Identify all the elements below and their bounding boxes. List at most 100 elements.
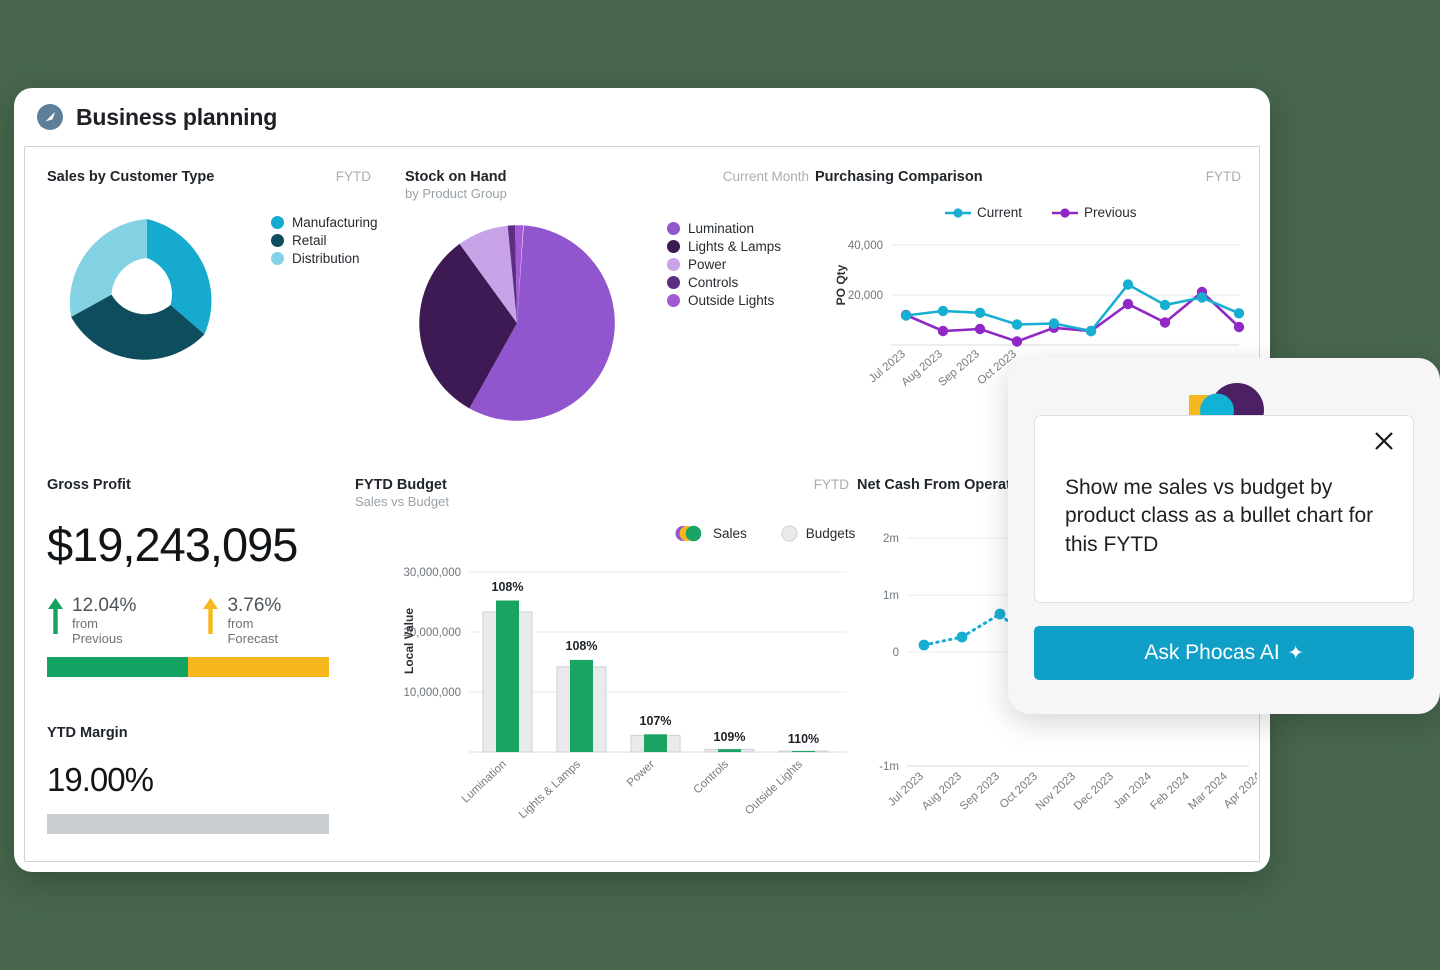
- legend-label: Budgets: [805, 526, 856, 541]
- delta-caption-line1: from: [227, 615, 254, 631]
- sparkle-icon: ✦: [1287, 642, 1304, 664]
- legend-item[interactable]: Controls: [667, 275, 781, 290]
- bar-sales[interactable]: [792, 751, 815, 752]
- legend-stock-on-hand: Lumination Lights & Lamps Power Controls: [667, 221, 781, 308]
- panel-title: Sales by Customer Type: [47, 169, 215, 185]
- panel-title: Stock on Hand: [405, 169, 507, 185]
- ytd-margin-progress-bar: [47, 814, 329, 834]
- delta-caption-line2: Previous: [72, 631, 123, 647]
- bar-group-power[interactable]: 107%: [630, 714, 681, 753]
- panel-title: FYTD Budget: [355, 477, 447, 493]
- panel-title: YTD Margin: [47, 725, 128, 741]
- panel-subtitle: by Product Group: [405, 186, 507, 201]
- legend-dot-manufacturing: [271, 216, 284, 229]
- legend-label: Current: [977, 205, 1023, 220]
- bar-sales[interactable]: [570, 659, 593, 752]
- delta-from-previous: 12.04% from Previous: [47, 596, 136, 647]
- page-title: Business planning: [76, 103, 278, 130]
- gauge-icon: [37, 104, 63, 130]
- delta-percent: 3.76%: [227, 595, 282, 616]
- x-tick-label: Controls: [692, 758, 732, 796]
- gross-profit-progress-bar: [47, 656, 329, 677]
- legend-item[interactable]: Previous: [1052, 205, 1137, 220]
- y-tick-10000000: 10,000,000: [403, 687, 461, 699]
- x-tick-label: Outside Lights: [743, 758, 805, 817]
- legend-marker-previous: [1052, 207, 1079, 218]
- delta-group: 12.04% from Previous 3.76% from Forecast: [47, 596, 347, 647]
- panel-period: FYTD: [1205, 169, 1241, 184]
- y-tick-2m: 2m: [883, 533, 899, 545]
- legend-label: Outside Lights: [688, 293, 775, 308]
- y-axis-label: PO Qty: [834, 264, 848, 305]
- y-tick-30000000: 30,000,000: [403, 567, 461, 579]
- legend-item[interactable]: Budgets: [781, 525, 856, 542]
- legend-label: Lumination: [688, 221, 755, 236]
- donut-chart-sales-by-customer-type[interactable]: [47, 203, 275, 413]
- panel-stock-on-hand[interactable]: Stock on Hand by Product Group Current M…: [405, 169, 815, 421]
- ai-query-card[interactable]: Show me sales vs budget by product class…: [1034, 415, 1414, 603]
- legend-label: Lights & Lamps: [688, 239, 782, 254]
- legend-purchasing-comparison: Current Previous: [945, 205, 1137, 220]
- ask-phocas-ai-button[interactable]: Ask Phocas AI ✦: [1034, 626, 1414, 680]
- x-tick-label: Dec 2023: [1072, 770, 1116, 812]
- bar-group-outside-lights[interactable]: 110%: [778, 732, 829, 753]
- legend-marker-current: [945, 207, 971, 218]
- legend-item[interactable]: Manufacturing: [271, 215, 378, 230]
- x-tick-label: Aug 2023: [920, 770, 964, 812]
- pie-chart-stock-on-hand[interactable]: [413, 213, 643, 433]
- legend-label: Power: [688, 257, 727, 272]
- legend-dot-controls: [667, 276, 680, 289]
- arrow-up-icon: [203, 598, 219, 634]
- legend-item[interactable]: Retail: [271, 233, 378, 248]
- legend-dot-distribution: [271, 252, 284, 265]
- bar-value-label: 110%: [788, 732, 819, 746]
- ask-phocas-ai-label: Ask Phocas AI: [1144, 641, 1280, 664]
- bar-group-controls[interactable]: 109%: [704, 730, 755, 753]
- legend-item[interactable]: Current: [945, 205, 1022, 220]
- budgets-circle-icon: [781, 525, 798, 542]
- arrow-up-icon: [48, 598, 63, 634]
- x-tick-label: Lumination: [460, 758, 509, 805]
- screenshot-stage: Business planning Sales by Customer Type…: [0, 0, 1440, 970]
- x-tick-label: Nov 2023: [1034, 770, 1078, 812]
- multi-color-dots-icon: [675, 525, 702, 542]
- bar-sales[interactable]: [718, 749, 741, 752]
- bar-group-lights-lamps[interactable]: 108%: [556, 639, 607, 753]
- x-tick-label: Sep 2023: [936, 348, 981, 389]
- gross-profit-value: $19,243,095: [47, 518, 298, 571]
- legend-label: Sales: [713, 526, 747, 541]
- legend-dot-retail: [271, 234, 284, 247]
- x-tick-label: Lights & Lamps: [517, 758, 583, 821]
- legend-item[interactable]: Lumination: [667, 221, 781, 236]
- panel-period: FYTD: [813, 477, 849, 492]
- x-tick-label: Feb 2024: [1148, 770, 1192, 812]
- legend-item[interactable]: Outside Lights: [667, 293, 781, 308]
- legend-item[interactable]: Distribution: [271, 251, 378, 266]
- bar-group-lumination[interactable]: 108%: [482, 580, 533, 753]
- panel-title: Gross Profit: [47, 477, 131, 493]
- legend-sales-by-customer-type: Manufacturing Retail Distribution: [271, 215, 378, 266]
- bar-sales[interactable]: [644, 734, 667, 752]
- close-icon[interactable]: [1369, 426, 1399, 456]
- legend-item[interactable]: Sales: [675, 525, 747, 542]
- panel-gross-profit[interactable]: Gross Profit $19,243,095 12.04% from Pre…: [47, 477, 347, 677]
- y-tick-20000: 20,000: [848, 290, 883, 302]
- y-tick-40000: 40,000: [848, 240, 883, 252]
- legend-item[interactable]: Power: [667, 257, 781, 272]
- panel-sales-by-customer-type[interactable]: Sales by Customer Type FYTD Manufacturin…: [47, 169, 378, 360]
- legend-item[interactable]: Lights & Lamps: [667, 239, 781, 254]
- y-axis-label: Local Value: [402, 608, 416, 674]
- bar-value-label: 108%: [492, 580, 524, 594]
- legend-dot-lumination: [667, 222, 680, 235]
- y-tick--1m: -1m: [879, 761, 899, 773]
- ask-phocas-ai-popup[interactable]: Show me sales vs budget by product class…: [1008, 358, 1440, 714]
- delta-from-forecast: 3.76% from Forecast: [202, 596, 281, 647]
- panel-ytd-margin[interactable]: YTD Margin 19.00%: [47, 725, 347, 834]
- panel-purchasing-comparison[interactable]: Purchasing Comparison FYTD Current Previ…: [815, 169, 1245, 389]
- panel-fytd-budget[interactable]: FYTD Budget Sales vs Budget FYTD Sales B…: [355, 477, 855, 821]
- bar-value-label: 109%: [714, 730, 746, 744]
- bar-value-label: 107%: [640, 714, 672, 728]
- bar-sales[interactable]: [496, 600, 519, 753]
- bar-chart-fytd-budget[interactable]: 30,000,000 20,000,000 10,000,000 Local V…: [355, 553, 855, 883]
- line-series-current: [905, 282, 1240, 333]
